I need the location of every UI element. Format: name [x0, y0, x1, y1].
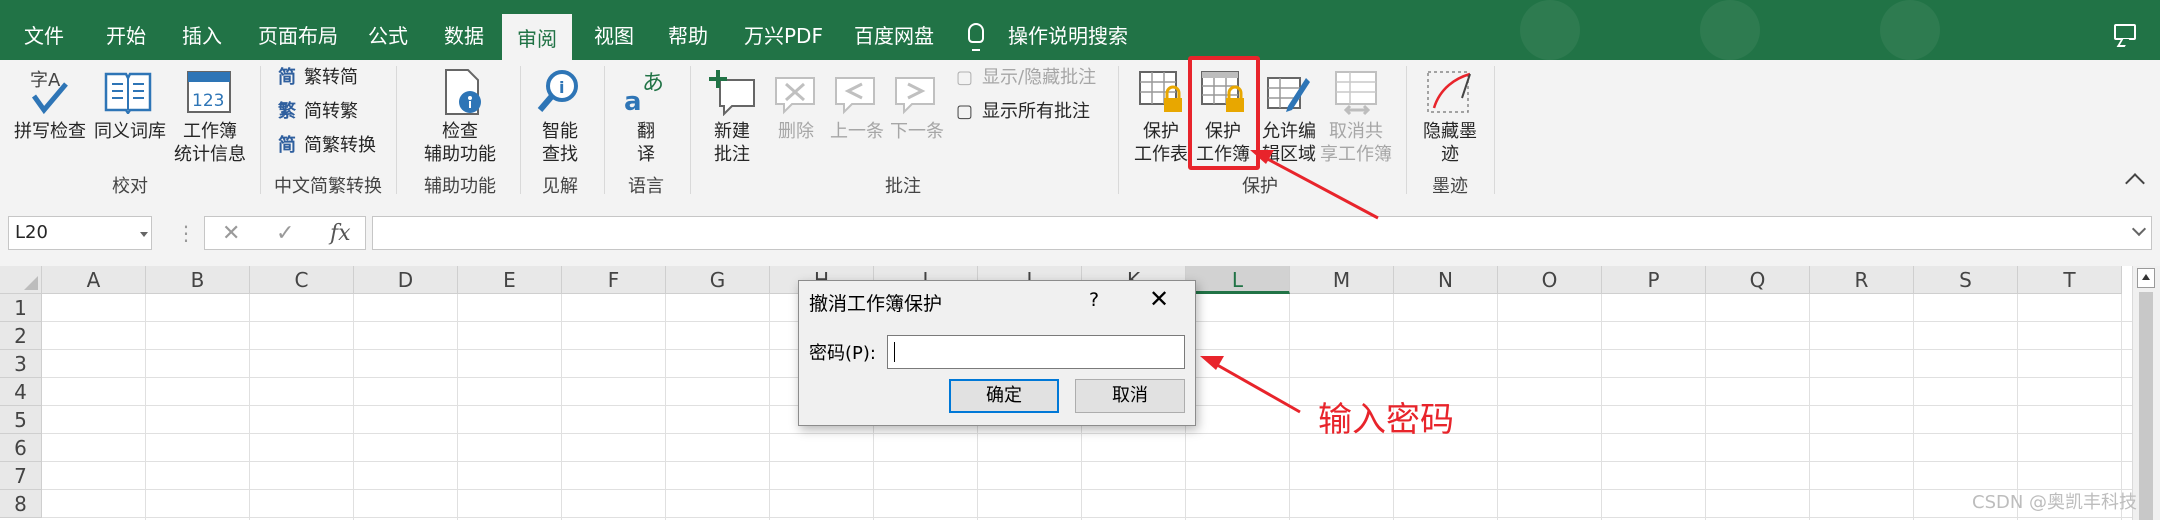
annotation-arrows — [1200, 150, 1379, 414]
arrow-to-protect-workbook — [1261, 154, 1379, 220]
annotation-enter-password: 输入密码 — [1318, 400, 1454, 440]
watermark: CSDN @奥凯丰科技 — [1972, 492, 2138, 513]
arrow-to-password-input — [1211, 360, 1301, 414]
